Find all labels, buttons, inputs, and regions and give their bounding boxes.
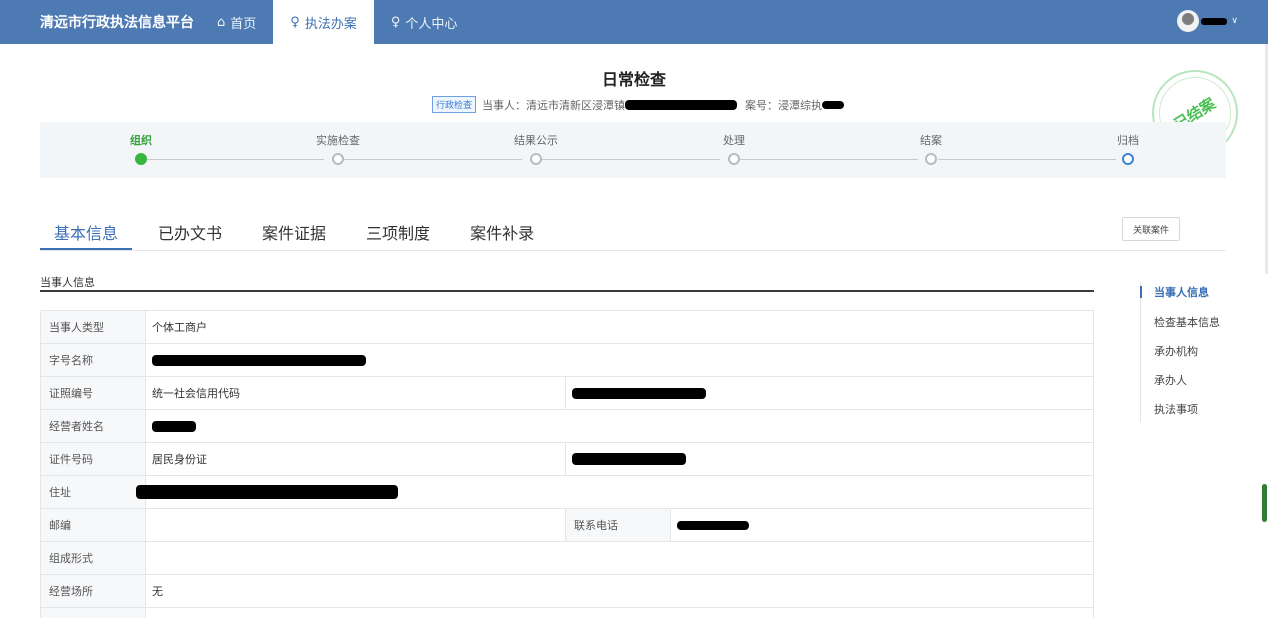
anchor-inspection-info[interactable]: 检查基本信息	[1154, 314, 1220, 330]
active-anchor-indicator	[1140, 286, 1142, 298]
step-label: 实施检查	[316, 134, 360, 147]
app-brand: 清远市行政执法信息平台	[40, 15, 194, 31]
nav-home[interactable]: ⌂ 首页	[200, 0, 273, 44]
field-value-redacted	[146, 410, 1093, 442]
step-label: 结案	[920, 134, 942, 147]
party-label: 当事人：清远市清新区浸潭镇	[482, 98, 626, 112]
field-label: 邮编	[41, 509, 146, 541]
field-value	[146, 608, 1093, 618]
step-label: 处理	[723, 134, 745, 147]
field-value-redacted	[566, 443, 1093, 475]
field-value-redacted	[671, 509, 1093, 541]
case-no-label: 案号：浸潭综执	[745, 98, 823, 112]
party-redacted	[625, 99, 738, 110]
field-label: 证件号码	[41, 443, 146, 475]
content-tabs: 基本信息 已办文书 案件证据 三项制度 案件补录	[40, 214, 1226, 251]
field-value: 居民身份证	[146, 443, 566, 475]
case-subline: 行政检查 当事人：清远市清新区浸潭镇 案号：浸潭综执	[432, 96, 845, 113]
nav-cases[interactable]: ♀ 执法办案	[273, 0, 374, 44]
field-value-redacted	[146, 344, 1093, 376]
table-row: 经营场所 无	[41, 575, 1093, 608]
section-anchor-nav: 当事人信息 检查基本信息 承办机构 承办人 执法事项	[1140, 282, 1240, 422]
step-dot	[530, 153, 542, 165]
tab-basic-info[interactable]: 基本信息	[40, 214, 133, 250]
table-row: 当事人类型 个体工商户	[41, 311, 1093, 344]
case-type-tag: 行政检查	[432, 96, 477, 113]
tab-supplement[interactable]: 案件补录	[456, 214, 548, 250]
link-case-button[interactable]: 关联案件	[1122, 217, 1180, 241]
table-row	[41, 608, 1093, 618]
nav-cases-label: 执法办案	[304, 16, 357, 32]
case-no-redacted	[822, 100, 845, 109]
step-dot	[135, 153, 147, 165]
field-value	[146, 509, 566, 541]
user-icon: ♀	[290, 14, 300, 30]
step-dot	[1122, 153, 1134, 165]
table-row: 证件号码 居民身份证	[41, 443, 1093, 476]
step-dot	[728, 153, 740, 165]
table-row: 字号名称	[41, 344, 1093, 377]
user-icon: ♀	[390, 14, 401, 30]
step-dot	[332, 153, 344, 165]
anchor-handler[interactable]: 承办人	[1154, 372, 1187, 388]
anchor-agency[interactable]: 承办机构	[1154, 343, 1198, 359]
section-title: 当事人信息	[40, 276, 95, 289]
table-row: 证照编号 统一社会信用代码	[41, 377, 1093, 410]
field-value: 无	[152, 585, 163, 598]
step-label: 结果公示	[514, 134, 558, 147]
step-dot	[925, 153, 937, 165]
tab-documents[interactable]: 已办文书	[144, 214, 236, 250]
table-row: 经营者姓名	[41, 410, 1093, 443]
field-value-redacted	[136, 476, 1093, 508]
page-title: 日常检查	[601, 70, 666, 89]
field-label: 组成形式	[41, 542, 146, 574]
floating-scroll-handle[interactable]	[1262, 484, 1267, 522]
table-row: 邮编 联系电话	[41, 509, 1093, 542]
tab-evidence[interactable]: 案件证据	[248, 214, 340, 250]
section-divider	[40, 290, 1094, 292]
field-value	[146, 542, 1093, 574]
nav-home-label: 首页	[230, 16, 257, 32]
home-icon: ⌂	[217, 14, 226, 30]
field-value: 个体工商户	[152, 321, 207, 334]
user-menu[interactable]: ∨	[1177, 10, 1238, 32]
step-label: 归档	[1117, 134, 1139, 147]
field-label: 证照编号	[41, 377, 146, 409]
field-label	[41, 608, 146, 618]
username-redacted	[1201, 17, 1228, 25]
chevron-down-icon: ∨	[1231, 16, 1238, 26]
anchor-party-info[interactable]: 当事人信息	[1154, 284, 1209, 300]
avatar	[1177, 10, 1200, 32]
nav-personal-label: 个人中心	[405, 16, 458, 32]
field-label: 当事人类型	[41, 311, 146, 343]
nav-personal[interactable]: ♀ 个人中心	[374, 0, 475, 44]
field-value-redacted	[566, 377, 1093, 409]
tab-three-systems[interactable]: 三项制度	[352, 214, 444, 250]
field-label: 经营场所	[41, 575, 146, 607]
field-value: 统一社会信用代码	[146, 377, 566, 409]
table-row: 组成形式	[41, 542, 1093, 575]
field-label: 联系电话	[566, 509, 671, 541]
table-row: 住址	[41, 476, 1093, 509]
field-label: 字号名称	[41, 344, 146, 376]
field-label: 住址	[41, 476, 146, 508]
anchor-enforcement-item[interactable]: 执法事项	[1154, 401, 1198, 417]
top-nav-bar: 清远市行政执法信息平台 ⌂ 首页 ♀ 执法办案 ♀ 个人中心 ∨	[0, 0, 1268, 44]
step-label: 组织	[130, 134, 152, 147]
progress-steps: 组织 实施检查 结果公示 处理 结案 归档	[40, 122, 1226, 178]
party-info-table: 当事人类型 个体工商户 字号名称 证照编号 统一社会信用代码 经营者姓名 证件号…	[40, 310, 1094, 618]
field-label: 经营者姓名	[41, 410, 146, 442]
